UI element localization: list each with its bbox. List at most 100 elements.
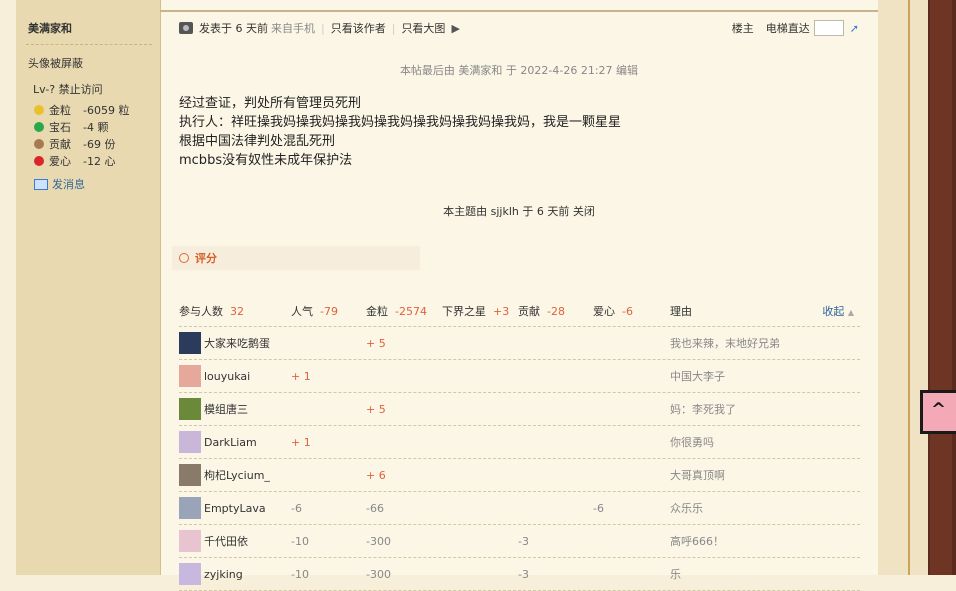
rating-title: 评分 [195,252,217,265]
only-author-link[interactable]: 只看该作者 [331,20,386,36]
content-line: 执行人：祥旺操我妈操我妈操我妈操我妈操我妈操我妈操我妈，我是一颗星星 [179,115,622,130]
avatar[interactable] [179,464,201,486]
right-rule [908,0,910,575]
stat-label: 爱心 [49,155,71,168]
rating-row: 枸杞Lycium_ + 6 大哥真顶啊 [179,459,860,492]
avatar[interactable] [179,530,201,552]
rater-name[interactable]: zyjking [204,568,243,581]
edit-note: 本帖最后由 美满家和 于 2022-4-26 21:27 编辑 [399,64,639,77]
popularity-label: 人气 [291,305,313,318]
content-line: 经过查证，判处所有管理员死刑 [179,96,362,111]
reason-text: 我也来辣，末地好兄弟 [670,337,780,350]
reason-text: 众乐乐 [670,502,703,515]
back-to-top-button[interactable]: ^ [920,390,956,434]
floor-jump-input[interactable] [813,20,844,36]
avatar[interactable] [179,398,201,420]
gold-value: -300 [366,534,391,548]
avatar[interactable] [179,497,201,519]
stat-icon [34,105,44,115]
stat-icon [34,156,44,166]
camera-icon [179,22,193,34]
user-stat: 金粒 -6059 粒 [34,102,129,118]
popularity-value: -6 [291,501,302,515]
love-total: -6 [622,305,633,318]
send-message-link[interactable]: 发消息 [34,176,85,192]
avatar[interactable] [179,332,201,354]
stat-label: 金粒 [49,104,71,117]
top-border [160,0,878,12]
popularity-value: + 1 [291,435,311,449]
user-level: Lv-? 禁止访问 [33,83,103,96]
jump-arrow-icon[interactable]: ➚ [850,22,859,35]
user-stat: 爱心 -12 心 [34,153,115,169]
rating-row: DarkLiam + 1 你很勇吗 [179,426,860,459]
rater-name[interactable]: EmptyLava [204,502,266,515]
rater-name[interactable]: 枸杞Lycium_ [204,467,270,483]
gold-value: -66 [366,501,384,515]
rater-name[interactable]: 大家来吃鹅蛋 [204,335,270,351]
post-info-bar: 发表于 6 天前 来自手机 | 只看该作者 | 只看大图 ▶ 楼主 电梯直达 ➚ [179,18,859,38]
reason-text: 中国大李子 [670,370,725,383]
contribution-value: -3 [518,534,529,548]
star-total: +3 [493,305,510,318]
love-value: -6 [593,501,604,515]
star-label: 下界之星 [442,305,486,318]
rating-row: EmptyLava -6 -66 -6 众乐乐 [179,492,860,525]
avatar[interactable] [179,431,201,453]
closed-note: 本主题由 sjjklh 于 6 天前 关闭 [443,205,595,218]
play-icon: ▶ [451,21,460,35]
floor-label: 楼主 [731,22,754,35]
post-content: 经过查证，判处所有管理员死刑 执行人：祥旺操我妈操我妈操我妈操我妈操我妈操我妈操… [179,94,621,170]
popularity-value: -10 [291,567,309,581]
stat-value: -4 颗 [83,121,109,134]
rating-tab[interactable]: 评分 [172,246,420,270]
post-time: 发表于 6 天前 [199,22,268,35]
chevron-up-icon: ▲ [847,308,854,317]
avatar-status: 头像被屏蔽 [28,57,83,70]
rating-header: 参与人数 32 人气 -79 金粒 -2574 下界之星 +3 贡献 -28 爱… [179,296,860,327]
only-image-link[interactable]: 只看大图 [401,20,445,36]
elevator-label: 电梯直达 [765,22,810,35]
content-line: 根据中国法律判处混乱死刑 [179,134,336,149]
caret-up-icon: ^ [931,399,947,420]
gold-value: -300 [366,567,391,581]
gold-label: 金粒 [366,305,388,318]
love-label: 爱心 [593,305,615,318]
author-name[interactable]: 美满家和 [28,20,72,36]
rating-table: 参与人数 32 人气 -79 金粒 -2574 下界之星 +3 贡献 -28 爱… [179,296,860,591]
avatar[interactable] [179,563,201,585]
gold-total: -2574 [395,305,427,318]
avatar[interactable] [179,365,201,387]
popularity-total: -79 [320,305,338,318]
stat-icon [34,122,44,132]
gold-value: + 5 [366,402,386,416]
reason-text: 妈：李死我了 [670,403,736,416]
user-stat: 贡献 -69 份 [34,136,115,152]
stat-value: -6059 粒 [83,104,130,117]
collapse-button[interactable]: 收起 ▲ [822,303,854,319]
popularity-value: + 1 [291,369,311,383]
rating-row: 模组唐三 + 5 妈：李死我了 [179,393,860,426]
stat-label: 贡献 [49,138,71,151]
popularity-value: -10 [291,534,309,548]
reason-text: 你很勇吗 [670,436,714,449]
user-stat: 宝石 -4 颗 [34,119,108,135]
rater-name[interactable]: louyukai [204,370,250,383]
gold-value: + 5 [366,336,386,350]
reason-text: 大哥真顶啊 [670,469,725,482]
separator: | [391,21,396,35]
stat-value: -69 份 [83,138,116,151]
rater-name[interactable]: DarkLiam [204,436,257,449]
reason-label: 理由 [670,305,692,318]
divider [26,44,152,45]
stat-label: 宝石 [49,121,71,134]
content-line: mcbbs没有奴性未成年保护法 [179,153,353,168]
gold-value: + 6 [366,468,386,482]
rater-name[interactable]: 模组唐三 [204,401,248,417]
rater-name[interactable]: 千代田依 [204,533,248,549]
page-left-margin [0,0,16,575]
author-sidebar: 美满家和 头像被屏蔽 Lv-? 禁止访问 金粒 -6059 粒宝石 -4 颗贡献 -6… [16,0,161,575]
rating-row: 大家来吃鹅蛋 + 5 我也来辣，末地好兄弟 [179,327,860,360]
post-device: 来自手机 [271,22,315,35]
right-strip [878,0,928,575]
